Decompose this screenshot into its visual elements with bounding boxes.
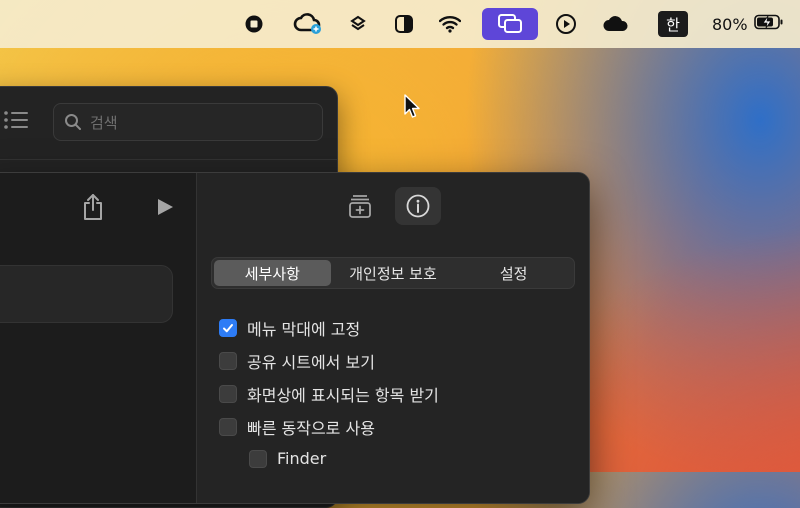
option-finder[interactable]: Finder	[249, 449, 326, 468]
option-label: Finder	[277, 449, 327, 468]
checkmark-icon	[223, 324, 233, 333]
inspector-tabs: 세부사항 개인정보 보호 설정	[211, 257, 575, 289]
tab-privacy[interactable]: 개인정보 보호	[335, 260, 452, 286]
search-icon	[64, 113, 82, 131]
shortcut-editor-window: 세부사항 개인정보 보호 설정 메뉴 막대에 고정 공유 시트에서 보기 화면상…	[0, 172, 590, 504]
search-placeholder: 검색	[90, 113, 118, 132]
finder-checkbox[interactable]	[249, 449, 267, 468]
battery-status[interactable]: 80%	[712, 0, 796, 48]
add-to-library-icon[interactable]	[337, 187, 383, 225]
input-method-indicator[interactable]: 한	[656, 0, 690, 48]
option-label: 화면상에 표시되는 항목 받기	[247, 386, 439, 405]
receive-onscreen-items-checkbox[interactable]	[219, 385, 237, 403]
creative-cloud-icon[interactable]	[290, 0, 326, 48]
quick-action-checkbox[interactable]	[219, 418, 237, 436]
battery-charging-icon	[753, 14, 784, 34]
inspector-pane: 세부사항 개인정보 보호 설정 메뉴 막대에 고정 공유 시트에서 보기 화면상…	[197, 173, 589, 503]
pin-menu-bar-checkbox[interactable]	[219, 319, 237, 337]
option-pin-menu-bar[interactable]: 메뉴 막대에 고정	[219, 316, 360, 340]
screens-icon[interactable]	[482, 8, 538, 40]
option-label: 빠른 동작으로 사용	[247, 419, 375, 438]
option-receive-onscreen-items[interactable]: 화면상에 표시되는 항목 받기	[219, 382, 439, 406]
share-icon[interactable]	[81, 193, 105, 225]
cloud-icon[interactable]	[600, 0, 632, 48]
input-method-label: 한	[658, 11, 688, 37]
contrast-icon[interactable]	[390, 0, 418, 48]
list-view-icon[interactable]	[3, 109, 29, 135]
menu-bar: 한 80%	[0, 0, 800, 48]
search-input[interactable]: 검색	[53, 103, 323, 141]
play-icon[interactable]	[552, 0, 580, 48]
tab-details[interactable]: 세부사항	[214, 260, 331, 286]
info-icon[interactable]	[395, 187, 441, 225]
option-quick-action[interactable]: 빠른 동작으로 사용	[219, 415, 375, 439]
mouse-pointer-icon	[404, 94, 422, 124]
option-label: 메뉴 막대에 고정	[247, 320, 361, 339]
share-sheet-checkbox[interactable]	[219, 352, 237, 370]
wifi-icon[interactable]	[436, 0, 464, 48]
editor-pane	[0, 173, 197, 503]
battery-percent: 80%	[712, 14, 748, 34]
tab-settings[interactable]: 설정	[455, 260, 572, 286]
option-share-sheet[interactable]: 공유 시트에서 보기	[219, 349, 375, 373]
run-play-icon[interactable]	[155, 197, 175, 221]
dropbox-icon[interactable]	[344, 0, 372, 48]
toolbar-divider	[0, 159, 337, 160]
action-card[interactable]	[0, 265, 173, 323]
stop-record-icon[interactable]	[240, 0, 268, 48]
option-label: 공유 시트에서 보기	[247, 353, 375, 372]
